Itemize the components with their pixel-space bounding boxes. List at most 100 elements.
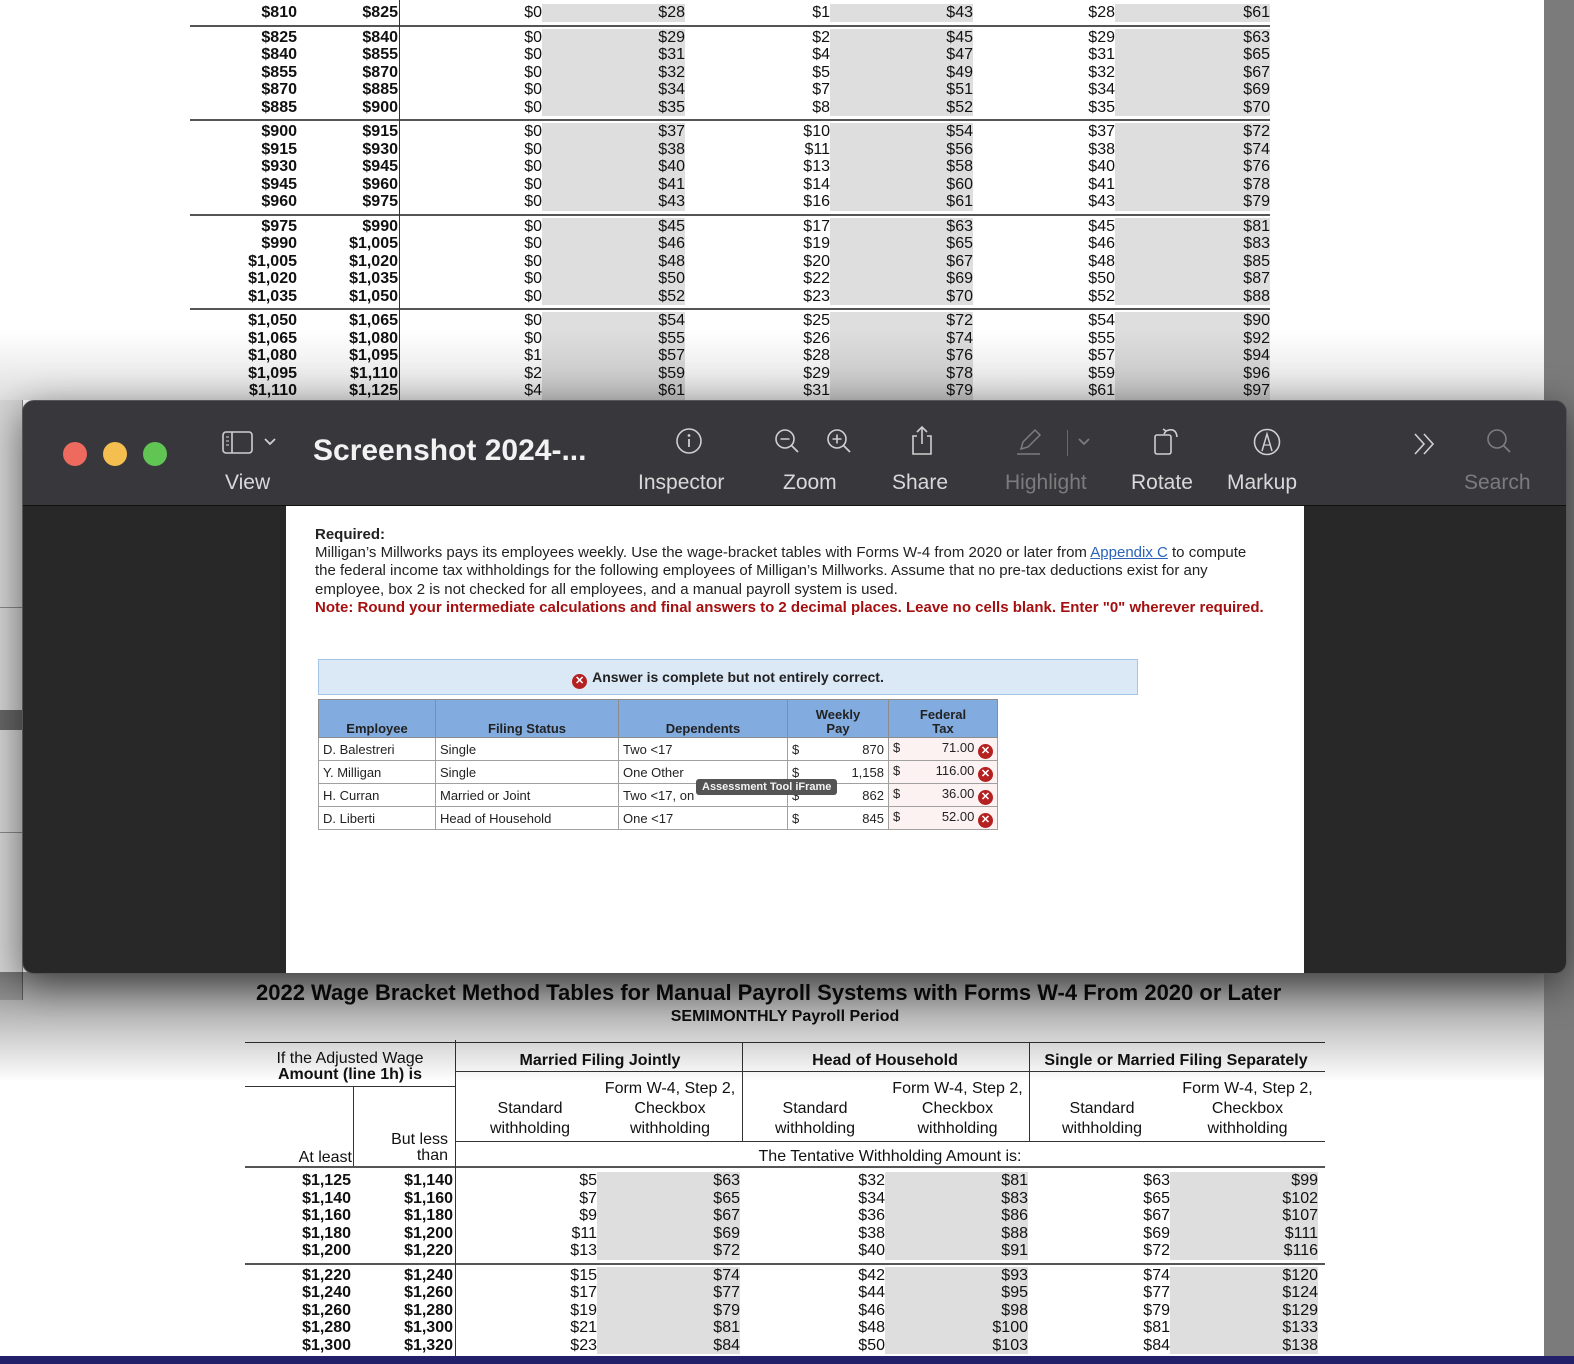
incorrect-x-icon: ✕ — [978, 812, 993, 828]
markup-label: Markup — [1227, 471, 1298, 494]
wage-table-cell: $1,240 — [404, 1266, 453, 1284]
view-button[interactable]: View — [219, 429, 289, 499]
zoom-in-icon[interactable] — [825, 427, 855, 457]
wage-table-cell: $0 — [524, 28, 542, 46]
wage-table-cell: $88 — [1115, 287, 1270, 305]
wage-table-cell: $32 — [858, 1172, 885, 1189]
wage-table-cell: $95 — [885, 1284, 1028, 1302]
wage-table-cell: $1 — [524, 347, 542, 364]
wage-table-cell: $48 — [858, 1319, 885, 1336]
wage-table-cell: $10 — [803, 123, 830, 140]
wage-table-cell: $120 — [1170, 1266, 1318, 1284]
wage-table-cell: $44 — [858, 1284, 885, 1301]
table-row: D. Liberti Head of Household One <17 $84… — [318, 806, 998, 830]
wage-table-cell: $1,080 — [248, 347, 297, 364]
wage-table-cell: $1,220 — [302, 1266, 351, 1284]
wage-table-cell: $810 — [261, 4, 297, 21]
wage-table-cell: $1,260 — [404, 1284, 453, 1301]
minimize-window-button[interactable] — [103, 442, 127, 466]
result-banner-text: Answer is complete but not entirely corr… — [592, 669, 884, 685]
inspector-button[interactable]: Inspector — [638, 427, 738, 497]
wage-table-cell: $1,095 — [248, 364, 297, 382]
wage-table-cell: $103 — [885, 1336, 1028, 1354]
wage-table-cell: $825 — [261, 28, 297, 46]
wage-table-cell: $28 — [803, 347, 830, 364]
wage-table-cell: $81 — [1143, 1319, 1170, 1336]
wage-table-cell: $0 — [524, 235, 542, 252]
wage-table-cell: $0 — [524, 287, 542, 305]
wage-table-cell: $87 — [1115, 270, 1270, 288]
wage-table-cell: $74 — [1143, 1266, 1170, 1284]
zoom-window-button[interactable] — [143, 442, 167, 466]
markup-button[interactable]: Markup — [1223, 427, 1313, 497]
error-x-icon: ✕ — [572, 674, 588, 689]
wage-table-cell: $0 — [524, 193, 542, 210]
wage-table-cell: $885 — [362, 81, 398, 98]
wage-table-cell: $116 — [1170, 1242, 1318, 1260]
wage-table-cell: $57 — [542, 347, 685, 365]
wage-table-cell: $0 — [524, 4, 542, 21]
dependents-cell: Two <17 — [618, 737, 788, 761]
zoom-out-icon[interactable] — [773, 427, 803, 457]
wage-table-cell: $43 — [1088, 193, 1115, 210]
wage-table-cell: $48 — [542, 252, 685, 270]
wage-table-cell: $1,080 — [349, 329, 398, 347]
wage-table-cell: $65 — [1143, 1189, 1170, 1207]
rotate-button[interactable]: Rotate — [1128, 425, 1208, 497]
wage-table-cell: $60 — [830, 175, 973, 193]
col-header-federal-tax: Federal Tax — [888, 699, 998, 738]
wage-table-cell: $28 — [542, 4, 685, 22]
more-tools-chevron-icon[interactable] — [1411, 431, 1441, 457]
wage-table-cell: $1,005 — [248, 252, 297, 270]
group-divider — [190, 308, 1270, 310]
wage-table-cell: $1,125 — [302, 1172, 351, 1189]
wage-table-cell: $34 — [1088, 81, 1115, 98]
share-button[interactable]: Share — [889, 425, 959, 497]
wage-table-cell: $840 — [261, 46, 297, 63]
wage-table-cell: $55 — [1088, 329, 1115, 347]
close-window-button[interactable] — [63, 442, 87, 466]
appendix-c-link[interactable]: Appendix C — [1090, 544, 1168, 561]
wage-table-cell: $19 — [803, 235, 830, 252]
federal-tax-input[interactable]: $116.00 ✕ — [888, 760, 998, 784]
wage-table-cell: $129 — [1170, 1301, 1318, 1319]
label: Federal — [919, 707, 967, 722]
federal-tax-value: 52.00 — [941, 808, 975, 824]
wage-table-cell: $1,110 — [349, 364, 398, 382]
wage-table-cell: $1,125 — [349, 382, 398, 399]
wage-table-cell: $0 — [524, 140, 542, 158]
federal-tax-input[interactable]: $52.00 ✕ — [888, 806, 998, 830]
wage-table-cell: $900 — [362, 98, 398, 116]
wage-table-cell: $55 — [542, 329, 685, 347]
wage-table-cell: $1,065 — [349, 312, 398, 329]
wage-table-cell: $41 — [542, 175, 685, 193]
wage-table-cell: $0 — [524, 63, 542, 81]
wage-table-cell: $97 — [1115, 382, 1270, 400]
search-icon — [1487, 429, 1511, 453]
federal-tax-input[interactable]: $71.00 ✕ — [888, 737, 998, 761]
wage-table-cell: $1,180 — [404, 1207, 453, 1224]
wage-table-cell: $1,095 — [349, 347, 398, 364]
wage-table-cell: $840 — [362, 28, 398, 46]
wage-table-cell: $16 — [803, 193, 830, 210]
col-header-filing-status: Filing Status — [435, 699, 619, 738]
highlight-button[interactable]: Highlight — [1003, 427, 1103, 497]
wage-table-cell: $50 — [1088, 270, 1115, 287]
search-button[interactable]: Search — [1463, 427, 1543, 497]
wage-table-cell: $78 — [1115, 175, 1270, 193]
wage-table-cell: $0 — [524, 158, 542, 175]
wage-table-cell: $900 — [261, 123, 297, 140]
wage-table-cell: $51 — [830, 81, 973, 99]
wage-table-cell: $945 — [362, 158, 398, 175]
chevron-down-icon[interactable] — [1077, 437, 1091, 447]
wage-table-cell: $102 — [1170, 1189, 1318, 1207]
wage-table-cell: $0 — [524, 270, 542, 287]
result-banner: ✕ Answer is complete but not entirely cor… — [318, 659, 1138, 695]
wage-table-cell: $40 — [1088, 158, 1115, 175]
wage-table-cell: $50 — [858, 1336, 885, 1354]
wage-table-cell: $72 — [597, 1242, 740, 1260]
wage-table-cell: $915 — [362, 123, 398, 140]
wage-table-cell: $990 — [261, 235, 297, 252]
federal-tax-input[interactable]: $36.00 ✕ — [888, 783, 998, 807]
wage-table-cell: $46 — [542, 235, 685, 253]
